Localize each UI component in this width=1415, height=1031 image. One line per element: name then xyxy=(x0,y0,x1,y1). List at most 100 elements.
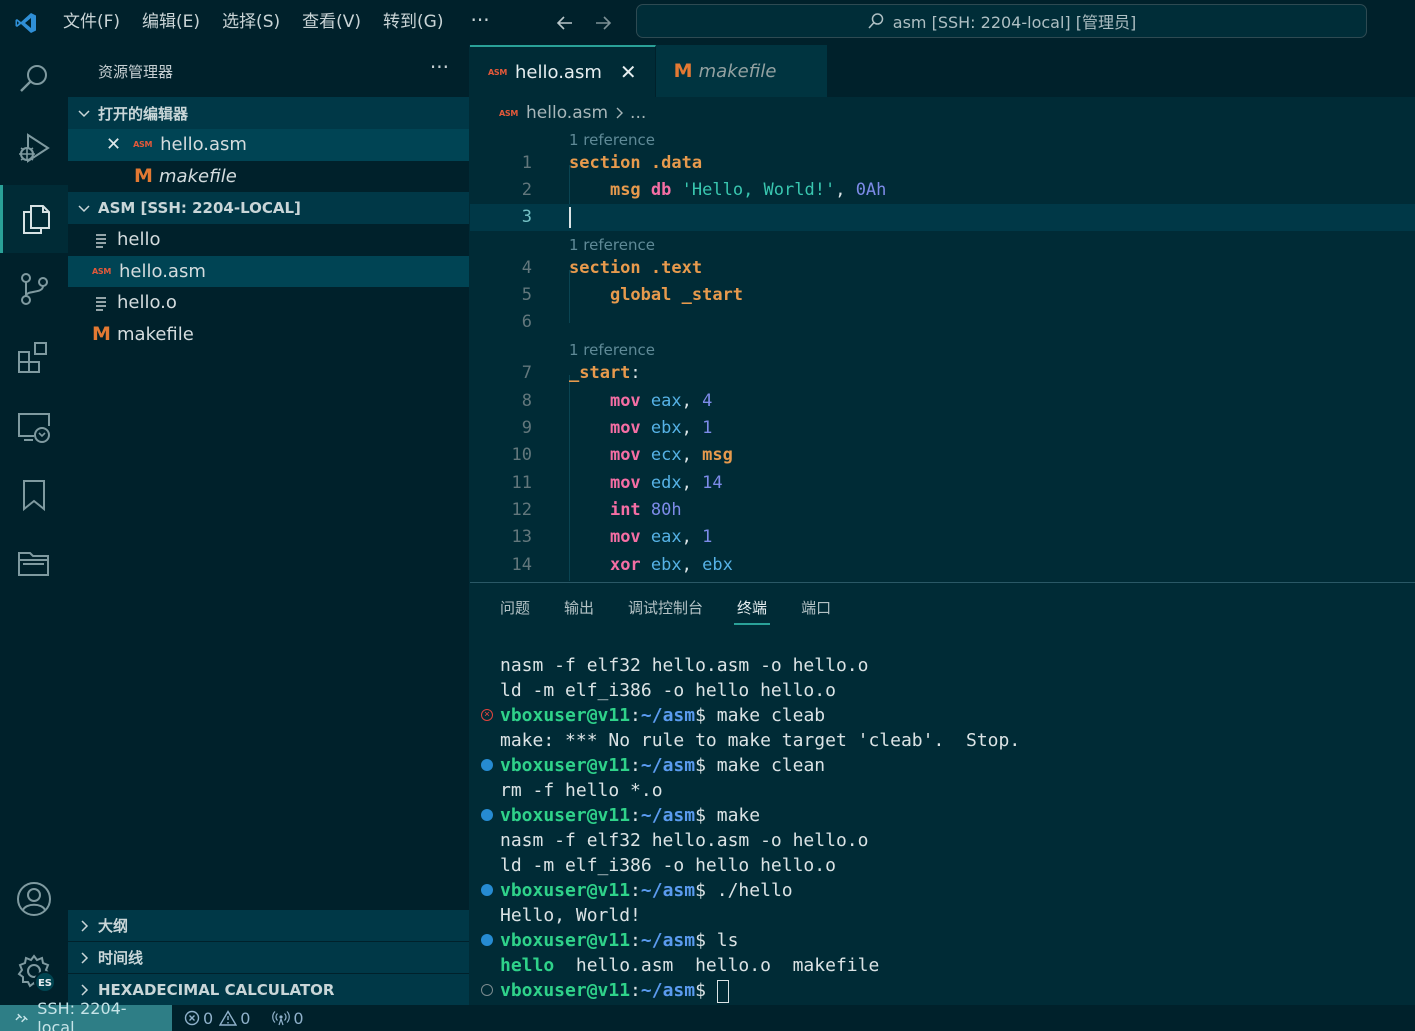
line-text: msg db 'Hello, World!', 0Ah xyxy=(569,177,886,204)
remote-indicator[interactable]: SSH: 2204-local xyxy=(0,1005,172,1031)
terminal-command-line: vboxuser@v11:~/asm$ make clean xyxy=(500,753,825,778)
codelens-references[interactable]: 1 reference xyxy=(569,234,655,257)
panel-tabs: 问题 输出 调试控制台 终端 端口 xyxy=(470,583,1415,633)
timeline-title: 时间线 xyxy=(98,947,143,968)
code-line: 2 msg db 'Hello, World!', 0Ah xyxy=(470,177,1415,204)
sidebar-more-button[interactable]: ··· xyxy=(430,55,449,79)
explorer-icon[interactable] xyxy=(0,185,68,253)
run-debug-icon[interactable] xyxy=(0,115,68,183)
file-hello[interactable]: hello xyxy=(68,224,469,256)
remote-label: SSH: 2204-local xyxy=(37,999,158,1031)
remote-explorer-icon[interactable] xyxy=(0,393,68,461)
terminal-command-line: vboxuser@v11:~/asm$ ls xyxy=(500,928,738,953)
asm-file-icon: ASM xyxy=(499,109,518,118)
file-hello-asm[interactable]: ASM hello.asm xyxy=(68,256,469,288)
code-line: 9 mov ebx, 1 xyxy=(470,415,1415,442)
folder-icon[interactable] xyxy=(0,529,68,597)
menu-file[interactable]: 文件(F) xyxy=(52,0,131,45)
outline-section-header[interactable]: 大纲 xyxy=(68,909,469,941)
line-number: 11 xyxy=(470,470,532,497)
tab-hello-asm[interactable]: ASM hello.asm ✕ xyxy=(470,45,656,97)
tab-ports[interactable]: 端口 xyxy=(801,583,831,633)
text-file-icon xyxy=(94,232,108,248)
account-icon[interactable] xyxy=(0,865,68,933)
tab-terminal[interactable]: 终端 xyxy=(737,583,767,633)
line-text: xor ebx, ebx xyxy=(569,552,733,579)
terminal-output-line: hello hello.asm hello.o makefile xyxy=(500,953,879,978)
command-success-icon[interactable] xyxy=(481,884,493,896)
open-editor-hello-asm[interactable]: ✕ ASM hello.asm xyxy=(68,129,469,161)
terminal-output-line: nasm -f elf32 hello.asm -o hello.o xyxy=(500,828,868,853)
code-line: 5 global _start xyxy=(470,282,1415,309)
menu-selection[interactable]: 选择(S) xyxy=(211,0,291,45)
command-pending-icon[interactable] xyxy=(481,984,493,996)
codelens-references[interactable]: 1 reference xyxy=(569,339,655,362)
close-icon[interactable]: ✕ xyxy=(106,134,121,155)
terminal-output-line: nasm -f elf32 hello.asm -o hello.o xyxy=(500,653,868,678)
warning-icon xyxy=(219,1010,237,1026)
open-editor-label: makefile xyxy=(159,166,237,187)
code-line: 10 mov ecx, msg xyxy=(470,442,1415,469)
line-number: 13 xyxy=(470,524,532,551)
vscode-logo-icon xyxy=(0,0,52,45)
asm-file-icon: ASM xyxy=(92,267,111,276)
status-bar: SSH: 2204-local 0 0 0 xyxy=(0,1005,1415,1031)
line-text: mov eax, 4 xyxy=(569,388,712,415)
terminal-cursor xyxy=(717,980,729,1003)
timeline-section-header[interactable]: 时间线 xyxy=(68,941,469,973)
activity-bar: ES xyxy=(0,45,68,1005)
tab-debug-console[interactable]: 调试控制台 xyxy=(628,583,703,633)
breadcrumb-file[interactable]: hello.asm xyxy=(526,103,608,123)
error-icon xyxy=(184,1010,200,1026)
line-number: 4 xyxy=(470,255,532,282)
code-line: 8 mov eax, 4 xyxy=(470,388,1415,415)
line-text: section .text xyxy=(569,255,702,282)
line-number: 10 xyxy=(470,442,532,469)
bookmarks-icon[interactable] xyxy=(0,461,68,529)
breadcrumb-symbol[interactable]: ... xyxy=(630,103,646,123)
source-control-icon[interactable] xyxy=(0,255,68,323)
tab-problems[interactable]: 问题 xyxy=(500,583,530,633)
warning-count: 0 xyxy=(240,1009,250,1028)
extensions-icon[interactable] xyxy=(0,323,68,391)
code-line-current: 3 xyxy=(470,204,1415,231)
open-editors-section-header[interactable]: 打开的编辑器 xyxy=(68,97,469,129)
codelens-references[interactable]: 1 reference xyxy=(569,129,655,152)
command-success-icon[interactable] xyxy=(481,934,493,946)
code-line: 14 xor ebx, ebx xyxy=(470,552,1415,579)
ports-indicator[interactable]: 0 xyxy=(272,1009,303,1028)
more-menu-button[interactable]: ··· xyxy=(454,0,505,45)
command-success-icon[interactable] xyxy=(481,809,493,821)
command-failed-icon[interactable]: × xyxy=(481,709,493,721)
file-makefile[interactable]: M makefile xyxy=(68,319,469,351)
settings-icon[interactable]: ES xyxy=(0,937,68,1005)
explorer-sidebar: 资源管理器 ··· 打开的编辑器 ✕ ASM hello.asm M makef… xyxy=(68,45,469,1005)
remote-connection-icon xyxy=(14,1010,29,1026)
tab-makefile[interactable]: M makefile xyxy=(656,45,828,97)
command-success-icon[interactable] xyxy=(481,759,493,771)
open-editor-makefile[interactable]: M makefile xyxy=(68,161,469,193)
file-hello-o[interactable]: hello.o xyxy=(68,287,469,319)
error-count: 0 xyxy=(203,1009,213,1028)
line-number: 12 xyxy=(470,497,532,524)
close-icon[interactable]: ✕ xyxy=(620,60,637,84)
chevron-right-icon xyxy=(76,982,92,998)
line-number: 9 xyxy=(470,415,532,442)
back-arrow-icon[interactable] xyxy=(546,0,584,45)
workspace-section-header[interactable]: ASM [SSH: 2204-LOCAL] xyxy=(68,192,469,224)
search-icon[interactable] xyxy=(0,45,68,113)
asm-file-icon: ASM xyxy=(488,68,507,77)
tab-output[interactable]: 输出 xyxy=(564,583,594,633)
menu-go[interactable]: 转到(G) xyxy=(372,0,454,45)
sidebar-title: 资源管理器 xyxy=(98,61,173,82)
forward-arrow-icon[interactable] xyxy=(584,0,622,45)
terminal-command-line: vboxuser@v11:~/asm$ make cleab xyxy=(500,703,825,728)
code-line: 11 mov edx, 14 xyxy=(470,470,1415,497)
outline-title: 大纲 xyxy=(98,915,128,936)
command-center-search[interactable]: asm [SSH: 2204-local] [管理员] xyxy=(636,4,1367,38)
problems-indicator[interactable]: 0 0 xyxy=(184,1009,250,1028)
menu-edit[interactable]: 编辑(E) xyxy=(131,0,211,45)
line-text: int 80h xyxy=(569,497,682,524)
code-line: 6 xyxy=(470,309,1415,336)
menu-view[interactable]: 查看(V) xyxy=(291,0,372,45)
